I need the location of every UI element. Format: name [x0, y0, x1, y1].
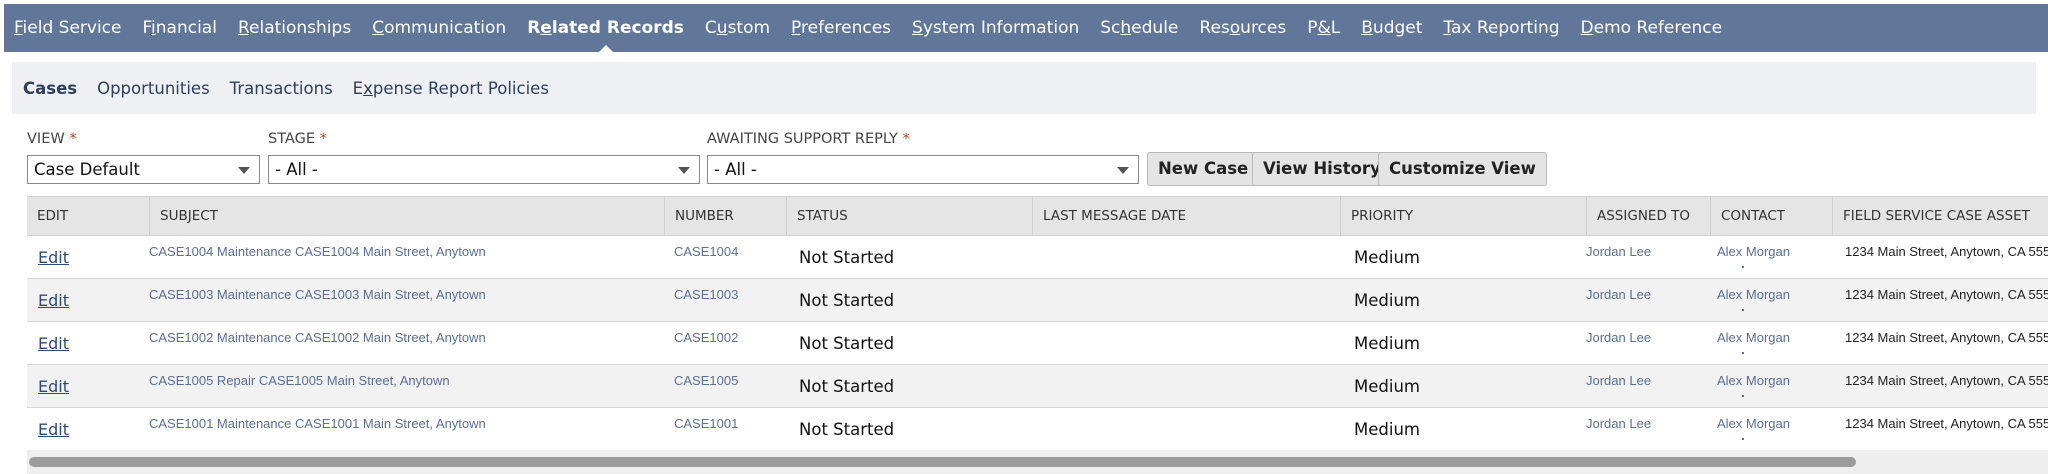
table-header: EDIT SUBJECT NUMBER STATUS LAST MESSAGE … — [27, 196, 2048, 236]
column-header-number[interactable]: NUMBER — [665, 197, 787, 235]
tab-demo-reference[interactable]: Demo Reference — [1581, 18, 1723, 38]
tab-resources[interactable]: Resources — [1199, 18, 1286, 38]
contact-link[interactable]: Alex Morgan — [1717, 244, 1790, 259]
priority-value: Medium — [1354, 377, 1420, 396]
case-number-link[interactable]: CASE1003 — [674, 287, 738, 302]
contact-link[interactable]: Alex Morgan — [1717, 287, 1790, 302]
subject-link[interactable]: CASE1005 Repair CASE1005 Main Street, An… — [149, 373, 450, 388]
contact-link[interactable]: Alex Morgan — [1717, 330, 1790, 345]
subtab-cases[interactable]: Cases — [23, 79, 77, 98]
column-header-status[interactable]: STATUS — [787, 197, 1033, 235]
assigned-to-link[interactable]: Jordan Lee — [1586, 416, 1651, 431]
table-row: Edit CASE1004 Maintenance CASE1004 Main … — [27, 236, 2048, 279]
table-row: Edit CASE1001 Maintenance CASE1001 Main … — [27, 408, 2048, 451]
awaiting-support-reply-select[interactable]: - All - — [707, 155, 1139, 184]
table-row: Edit CASE1003 Maintenance CASE1003 Main … — [27, 279, 2048, 322]
table-row: Edit CASE1005 Repair CASE1005 Main Stree… — [27, 365, 2048, 408]
new-case-button[interactable]: New Case — [1147, 152, 1260, 186]
subtab-expense-report-policies[interactable]: Expense Report Policies — [353, 79, 549, 98]
tab-communication[interactable]: Communication — [372, 18, 506, 38]
column-header-edit[interactable]: EDIT — [27, 197, 150, 235]
status-value: Not Started — [799, 377, 895, 396]
chevron-down-icon — [1117, 167, 1129, 174]
view-select[interactable]: Case Default — [27, 155, 260, 184]
awaiting-support-reply-label: AWAITING SUPPORT REPLY * — [707, 131, 910, 147]
case-number-link[interactable]: CASE1004 — [674, 244, 738, 259]
tab-field-service[interactable]: Field Service — [14, 18, 121, 38]
column-header-assigned-to[interactable]: ASSIGNED TO — [1587, 197, 1711, 235]
contact-marker — [1742, 438, 1744, 440]
table-row: Edit CASE1002 Maintenance CASE1002 Main … — [27, 322, 2048, 365]
assigned-to-link[interactable]: Jordan Lee — [1586, 287, 1651, 302]
edit-link[interactable]: Edit — [38, 334, 69, 353]
tab-custom[interactable]: Custom — [705, 18, 770, 38]
contact-marker — [1742, 352, 1744, 354]
column-header-contact[interactable]: CONTACT — [1711, 197, 1833, 235]
contact-marker — [1742, 266, 1744, 268]
customize-view-button[interactable]: Customize View — [1378, 152, 1547, 186]
edit-link[interactable]: Edit — [38, 420, 69, 439]
asset-address: 1234 Main Street, Anytown, CA 555 — [1845, 330, 2048, 345]
contact-marker — [1742, 395, 1744, 397]
chevron-down-icon — [238, 167, 250, 174]
tab-schedule[interactable]: Schedule — [1100, 18, 1178, 38]
column-header-field-service-case-asset[interactable]: FIELD SERVICE CASE ASSET — [1833, 197, 2048, 235]
stage-select[interactable]: - All - — [268, 155, 700, 184]
case-number-link[interactable]: CASE1001 — [674, 416, 738, 431]
edit-link[interactable]: Edit — [38, 248, 69, 267]
case-number-link[interactable]: CASE1002 — [674, 330, 738, 345]
chevron-down-icon — [678, 167, 690, 174]
top-tab-bar: Field Service Financial Relationships Co… — [4, 4, 2048, 53]
tab-tax-reporting[interactable]: Tax Reporting — [1443, 18, 1559, 38]
subject-link[interactable]: CASE1001 Maintenance CASE1001 Main Stree… — [149, 416, 486, 431]
scrollbar-thumb[interactable] — [29, 457, 1856, 467]
priority-value: Medium — [1354, 420, 1420, 439]
asset-address: 1234 Main Street, Anytown, CA 555 — [1845, 373, 2048, 388]
edit-link[interactable]: Edit — [38, 291, 69, 310]
status-value: Not Started — [799, 291, 895, 310]
subtab-opportunities[interactable]: Opportunities — [97, 79, 210, 98]
contact-link[interactable]: Alex Morgan — [1717, 373, 1790, 388]
asset-address: 1234 Main Street, Anytown, CA 555 — [1845, 244, 2048, 259]
priority-value: Medium — [1354, 291, 1420, 310]
tab-system-information[interactable]: System Information — [912, 18, 1079, 38]
status-value: Not Started — [799, 420, 895, 439]
tab-relationships[interactable]: Relationships — [238, 18, 351, 38]
horizontal-scrollbar[interactable] — [27, 450, 2048, 474]
subject-link[interactable]: CASE1004 Maintenance CASE1004 Main Stree… — [149, 244, 486, 259]
priority-value: Medium — [1354, 248, 1420, 267]
column-header-subject[interactable]: SUBJECT — [150, 197, 665, 235]
contact-link[interactable]: Alex Morgan — [1717, 416, 1790, 431]
tab-preferences[interactable]: Preferences — [791, 18, 891, 38]
status-value: Not Started — [799, 334, 895, 353]
subject-link[interactable]: CASE1002 Maintenance CASE1002 Main Stree… — [149, 330, 486, 345]
column-header-last-message-date[interactable]: LAST MESSAGE DATE — [1033, 197, 1341, 235]
stage-label: STAGE * — [268, 131, 327, 147]
asset-address: 1234 Main Street, Anytown, CA 555 — [1845, 287, 2048, 302]
assigned-to-link[interactable]: Jordan Lee — [1586, 330, 1651, 345]
assigned-to-link[interactable]: Jordan Lee — [1586, 244, 1651, 259]
assigned-to-link[interactable]: Jordan Lee — [1586, 373, 1651, 388]
case-number-link[interactable]: CASE1005 — [674, 373, 738, 388]
tab-p-and-l[interactable]: P&L — [1307, 18, 1340, 38]
contact-marker — [1742, 309, 1744, 311]
view-label: VIEW * — [27, 131, 77, 147]
subject-link[interactable]: CASE1003 Maintenance CASE1003 Main Stree… — [149, 287, 486, 302]
subtab-transactions[interactable]: Transactions — [230, 79, 333, 98]
tab-budget[interactable]: Budget — [1361, 18, 1422, 38]
asset-address: 1234 Main Street, Anytown, CA 555 — [1845, 416, 2048, 431]
column-header-priority[interactable]: PRIORITY — [1341, 197, 1587, 235]
edit-link[interactable]: Edit — [38, 377, 69, 396]
view-history-button[interactable]: View History — [1252, 152, 1392, 186]
priority-value: Medium — [1354, 334, 1420, 353]
status-value: Not Started — [799, 248, 895, 267]
tab-related-records[interactable]: Related Records — [527, 18, 684, 53]
subtab-bar: Cases Opportunities Transactions Expense… — [12, 62, 2036, 114]
tab-financial[interactable]: Financial — [142, 18, 216, 38]
